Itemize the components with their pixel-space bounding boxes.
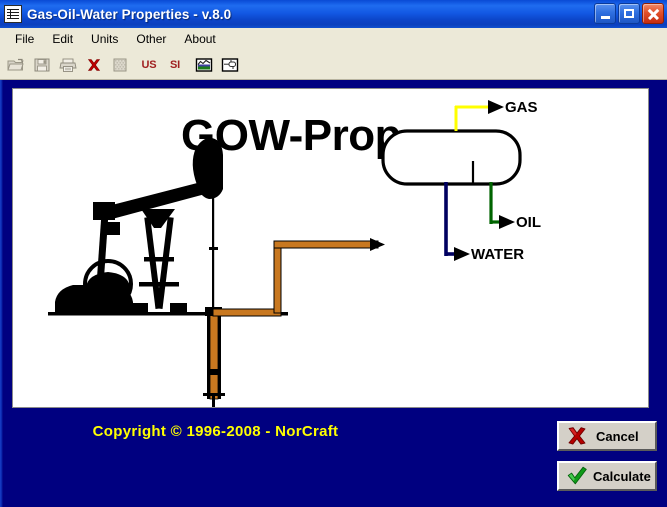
diagram-button[interactable] bbox=[218, 53, 242, 76]
inlet-flowline bbox=[212, 238, 385, 317]
print-button[interactable] bbox=[56, 53, 80, 76]
chart-image-icon bbox=[195, 57, 213, 72]
menu-item-other[interactable]: Other bbox=[127, 30, 175, 48]
maximize-icon bbox=[624, 9, 634, 18]
folder-open-icon bbox=[7, 58, 24, 70]
calculate-button-label: Calculate bbox=[593, 468, 651, 484]
close-button[interactable] bbox=[642, 3, 664, 24]
blank-page-icon bbox=[113, 58, 127, 71]
gas-outlet-line bbox=[454, 100, 504, 131]
si-units-label: SI bbox=[170, 58, 180, 71]
us-units-label: US bbox=[141, 58, 157, 71]
diagram-icon bbox=[221, 57, 239, 72]
menu-item-edit[interactable]: Edit bbox=[43, 30, 82, 48]
water-outlet-line bbox=[444, 182, 470, 261]
copyright-label: Copyright © 1996-2008 - NorCraft bbox=[92, 423, 339, 440]
minimize-icon bbox=[600, 15, 610, 19]
save-button[interactable] bbox=[30, 53, 54, 76]
menu-item-units[interactable]: Units bbox=[82, 30, 127, 48]
delete-button[interactable] bbox=[82, 53, 106, 76]
floppy-disk-icon bbox=[34, 58, 50, 71]
process-flow-diagram bbox=[48, 100, 522, 407]
title-bar: Gas-Oil-Water Properties - v.8.0 bbox=[0, 0, 667, 28]
close-icon bbox=[647, 8, 659, 20]
window-controls bbox=[594, 3, 664, 24]
cancel-button-label: Cancel bbox=[596, 428, 639, 444]
document-lines-icon bbox=[4, 5, 22, 23]
menu-item-about[interactable]: About bbox=[175, 30, 224, 48]
gas-stream-label: GAS bbox=[505, 99, 538, 116]
oil-stream-label: OIL bbox=[516, 214, 541, 231]
water-stream-label: WATER bbox=[471, 246, 525, 263]
cancel-button[interactable]: Cancel bbox=[557, 421, 657, 451]
us-units-button[interactable]: US bbox=[137, 53, 161, 76]
si-units-button[interactable]: SI bbox=[163, 53, 187, 76]
chart-button[interactable] bbox=[192, 53, 216, 76]
minimize-button[interactable] bbox=[594, 3, 616, 24]
red-x-icon bbox=[87, 58, 101, 71]
new-button[interactable] bbox=[108, 53, 132, 76]
horizontal-separator-vessel bbox=[381, 129, 522, 186]
maximize-button[interactable] bbox=[618, 3, 640, 24]
window-title: Gas-Oil-Water Properties - v.8.0 bbox=[27, 6, 232, 22]
calculate-button[interactable]: Calculate bbox=[557, 461, 657, 491]
toolbar: US SI bbox=[0, 50, 667, 80]
client-area: GOW-Prop GAS OIL WATER Copyright © 1996-… bbox=[0, 80, 667, 507]
diagram-panel: GOW-Prop GAS OIL WATER bbox=[12, 88, 649, 408]
open-button[interactable] bbox=[4, 53, 28, 76]
wellbore bbox=[203, 307, 225, 407]
application-window: Gas-Oil-Water Properties - v.8.0 File Ed… bbox=[0, 0, 667, 507]
oil-pumpjack bbox=[48, 137, 288, 316]
menu-bar: File Edit Units Other About bbox=[0, 28, 667, 50]
oil-outlet-line bbox=[489, 182, 515, 229]
red-x-icon bbox=[568, 427, 586, 445]
menu-item-file[interactable]: File bbox=[6, 30, 43, 48]
printer-icon bbox=[59, 58, 77, 72]
green-check-icon bbox=[567, 466, 587, 485]
